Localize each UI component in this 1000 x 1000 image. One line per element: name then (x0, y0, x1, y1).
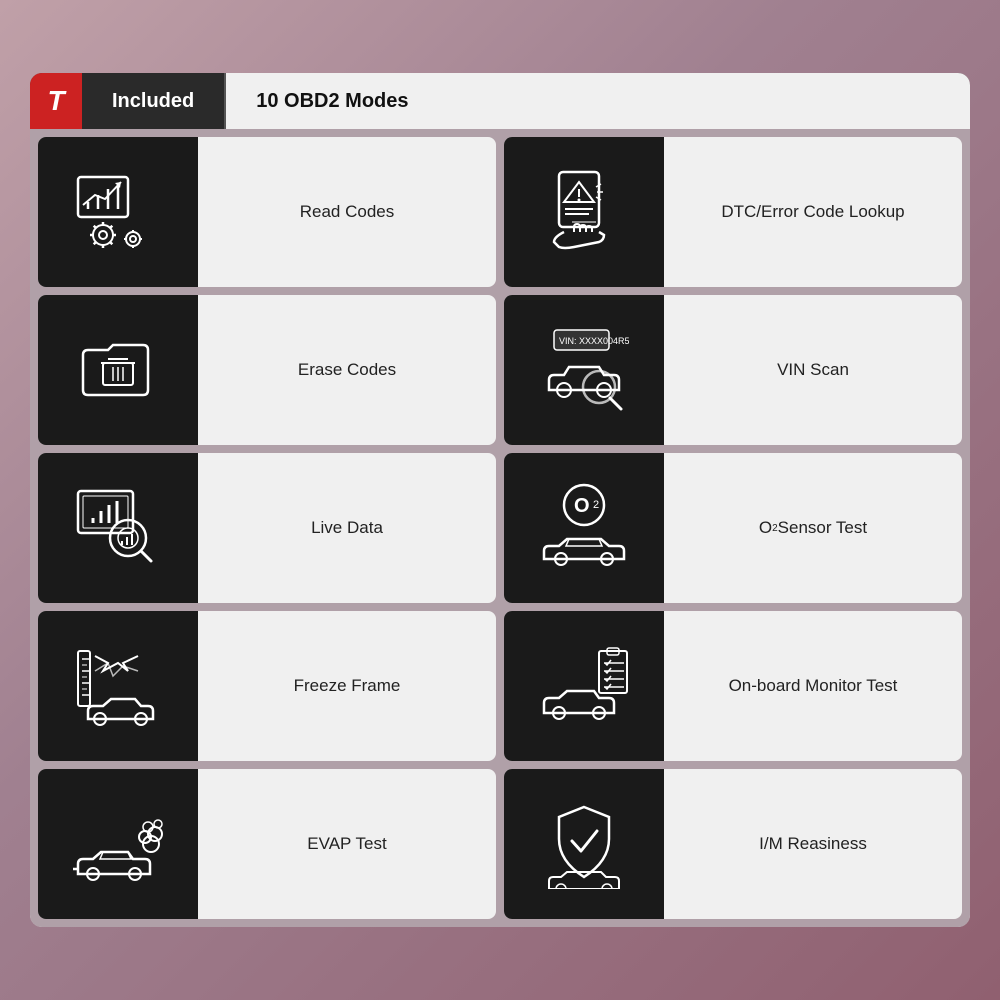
brand-logo: T (30, 73, 82, 129)
included-label: Included (82, 73, 226, 129)
feature-freeze-frame: Freeze Frame (38, 611, 496, 761)
feature-o2-sensor: O 2 O2 Sensor Test (504, 453, 962, 603)
vin-scan-icon: VIN: XXXX004R58L (504, 295, 664, 445)
feature-live-data: Live Data (38, 453, 496, 603)
feature-onboard-monitor: On-board Monitor Test (504, 611, 962, 761)
feature-dtc-lookup: DTC/Error Code Lookup (504, 137, 962, 287)
svg-text:O: O (574, 495, 590, 517)
dtc-lookup-icon (504, 137, 664, 287)
read-codes-icon (38, 137, 198, 287)
main-container: T Included 10 OBD2 Modes (30, 73, 970, 927)
erase-codes-label: Erase Codes (198, 295, 496, 445)
header: T Included 10 OBD2 Modes (30, 73, 970, 129)
feature-vin-scan: VIN: XXXX004R58L VIN Scan (504, 295, 962, 445)
vin-scan-label: VIN Scan (664, 295, 962, 445)
features-grid: Read Codes (30, 129, 970, 927)
im-readiness-icon (504, 769, 664, 919)
dtc-lookup-label: DTC/Error Code Lookup (664, 137, 962, 287)
logo-letter: T (47, 85, 64, 117)
onboard-monitor-label: On-board Monitor Test (664, 611, 962, 761)
feature-evap-test: EVAP Test (38, 769, 496, 919)
live-data-label: Live Data (198, 453, 496, 603)
modes-label: 10 OBD2 Modes (226, 73, 970, 129)
svg-text:VIN: XXXX004R58L: VIN: XXXX004R58L (559, 336, 629, 346)
live-data-icon (38, 453, 198, 603)
freeze-frame-label: Freeze Frame (198, 611, 496, 761)
freeze-frame-icon (38, 611, 198, 761)
o2-sensor-icon: O 2 (504, 453, 664, 603)
feature-im-readiness: I/M Reasiness (504, 769, 962, 919)
feature-read-codes: Read Codes (38, 137, 496, 287)
onboard-monitor-icon (504, 611, 664, 761)
svg-text:2: 2 (593, 499, 599, 511)
erase-codes-icon (38, 295, 198, 445)
o2-sensor-label: O2 Sensor Test (664, 453, 962, 603)
evap-test-label: EVAP Test (198, 769, 496, 919)
feature-erase-codes: Erase Codes (38, 295, 496, 445)
im-readiness-label: I/M Reasiness (664, 769, 962, 919)
evap-test-icon (38, 769, 198, 919)
read-codes-label: Read Codes (198, 137, 496, 287)
